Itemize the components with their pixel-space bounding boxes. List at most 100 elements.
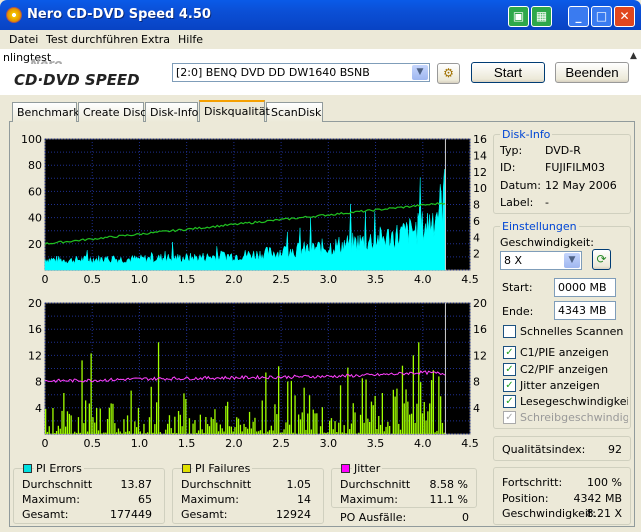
x-tick-label: 2.0 — [225, 437, 243, 450]
maximize-button[interactable]: □ — [591, 6, 612, 27]
quality-value: 92 — [608, 443, 622, 456]
pif-bar — [199, 414, 201, 434]
pif-bar — [308, 395, 311, 434]
y2-tick-label: 10 — [473, 182, 487, 195]
pi-errors-max: 65 — [138, 493, 152, 506]
pif-bar — [330, 418, 333, 434]
pif-bar — [170, 428, 172, 434]
restore-icon[interactable]: ▣ — [508, 6, 529, 27]
scroll-arrow-icon[interactable]: ▲ — [630, 51, 641, 71]
menu-test[interactable]: Test durchführen — [46, 33, 138, 46]
x-tick-label: 2.0 — [225, 273, 243, 286]
pif-bar — [409, 414, 411, 434]
pif-bar — [389, 426, 391, 434]
progress-value: 100 % — [587, 476, 622, 489]
pif-bar — [268, 430, 271, 434]
read-speed-checkbox[interactable]: ✓ — [503, 395, 516, 408]
y2-tick-label: 2 — [473, 248, 480, 261]
pi-errors-avg: 13.87 — [120, 478, 153, 491]
pif-bar — [341, 432, 343, 434]
pif-bar — [103, 432, 105, 434]
start-button[interactable]: Start — [471, 62, 545, 83]
y-tick-label: 60 — [28, 185, 42, 198]
pif-bar — [321, 407, 323, 434]
pif-bar — [283, 429, 285, 434]
jitter-avg: 8.58 % — [429, 478, 468, 491]
pif-bar — [421, 413, 424, 434]
tab-scandisk[interactable]: ScanDisk — [266, 102, 323, 122]
y2-tick-label: 8 — [473, 376, 480, 389]
quick-scan-checkbox[interactable] — [503, 325, 516, 338]
pif-bar — [301, 412, 303, 434]
pif-bar — [412, 355, 414, 434]
pif-bar — [414, 422, 416, 434]
pif-bar — [252, 421, 254, 434]
pif-bar — [145, 433, 147, 434]
pif-bar — [177, 411, 180, 434]
pif-bar — [354, 412, 356, 434]
stop-button[interactable]: Beenden — [555, 62, 629, 83]
pif-bar — [214, 409, 216, 434]
pif-bar — [305, 429, 307, 434]
pif-bar — [68, 413, 70, 434]
pif-bar — [290, 380, 292, 434]
pif-bar — [192, 423, 194, 434]
pif-bar — [423, 402, 425, 434]
tab-disk-info[interactable]: Disk-Info — [145, 102, 198, 122]
pif-bar — [208, 426, 211, 434]
pif-bar — [121, 433, 123, 434]
pif-bar — [245, 427, 247, 434]
disc-label-value: - — [545, 196, 549, 209]
refresh-button[interactable]: ⟳ — [592, 249, 611, 270]
x-tick-label: 3.0 — [320, 273, 338, 286]
pi-failures-avg-label: Durchschnitt — [181, 478, 252, 491]
menu-hilfe[interactable]: Hilfe — [178, 33, 203, 46]
pif-bar — [379, 424, 382, 434]
pif-bar — [86, 431, 89, 434]
pif-bar — [378, 416, 380, 434]
speed-select[interactable]: 8 X ▼ — [500, 251, 582, 270]
pif-bar — [438, 376, 440, 434]
pif-bar — [197, 430, 200, 434]
pif-bar — [157, 342, 160, 434]
tab-create-disc[interactable]: Create Disc — [78, 102, 146, 122]
date-label: Datum: — [500, 179, 541, 192]
pif-bar — [401, 365, 404, 434]
menu-datei[interactable]: Datei — [9, 33, 38, 46]
pif-bar — [336, 432, 338, 434]
drive-select[interactable]: [2:0] BENQ DVD DD DW1640 BSNB ▼ — [172, 63, 430, 82]
pif-bar — [349, 429, 351, 434]
tab-benchmark[interactable]: Benchmark — [12, 102, 80, 122]
pi-failures-stats: PI Failures Durchschnitt 1.05 Maximum: 1… — [172, 462, 324, 524]
settings-group: Einstellungen Geschwindigkeit: 8 X ▼ ⟳ St… — [493, 220, 631, 429]
pif-bar — [385, 426, 387, 434]
pif-bar — [165, 429, 167, 434]
pif-bar — [236, 417, 238, 434]
nero-app-icon[interactable] — [6, 7, 22, 23]
pi-errors-total: 177449 — [110, 508, 152, 521]
pif-bar — [303, 387, 305, 434]
pif-bar — [327, 432, 329, 434]
pif-bar — [363, 422, 365, 434]
pi-failures-max: 14 — [297, 493, 311, 506]
menu-extra[interactable]: Extra — [141, 33, 170, 46]
pif-bar — [239, 424, 242, 434]
minimize-button[interactable]: _ — [568, 6, 589, 27]
tab-diskqualitaet[interactable]: Diskqualität — [199, 100, 270, 122]
pif-bar — [250, 428, 252, 434]
pif-bar — [183, 393, 185, 434]
c2-checkbox[interactable]: ✓ — [503, 363, 516, 376]
pif-bar — [176, 433, 178, 434]
c1-checkbox[interactable]: ✓ — [503, 346, 516, 359]
start-input[interactable]: 0000 MB — [554, 278, 616, 297]
save-icon[interactable]: ▦ — [531, 6, 552, 27]
pif-bar — [319, 426, 322, 434]
chevron-down-icon[interactable]: ▼ — [412, 65, 428, 80]
drive-info-icon[interactable]: ⚙ — [437, 63, 460, 84]
close-button[interactable]: ✕ — [614, 6, 635, 27]
pif-bar — [207, 424, 209, 434]
end-input[interactable]: 4343 MB — [554, 301, 616, 320]
jitter-checkbox[interactable]: ✓ — [503, 379, 516, 392]
pif-bar — [294, 395, 296, 434]
chevron-down-icon[interactable]: ▼ — [564, 253, 580, 268]
